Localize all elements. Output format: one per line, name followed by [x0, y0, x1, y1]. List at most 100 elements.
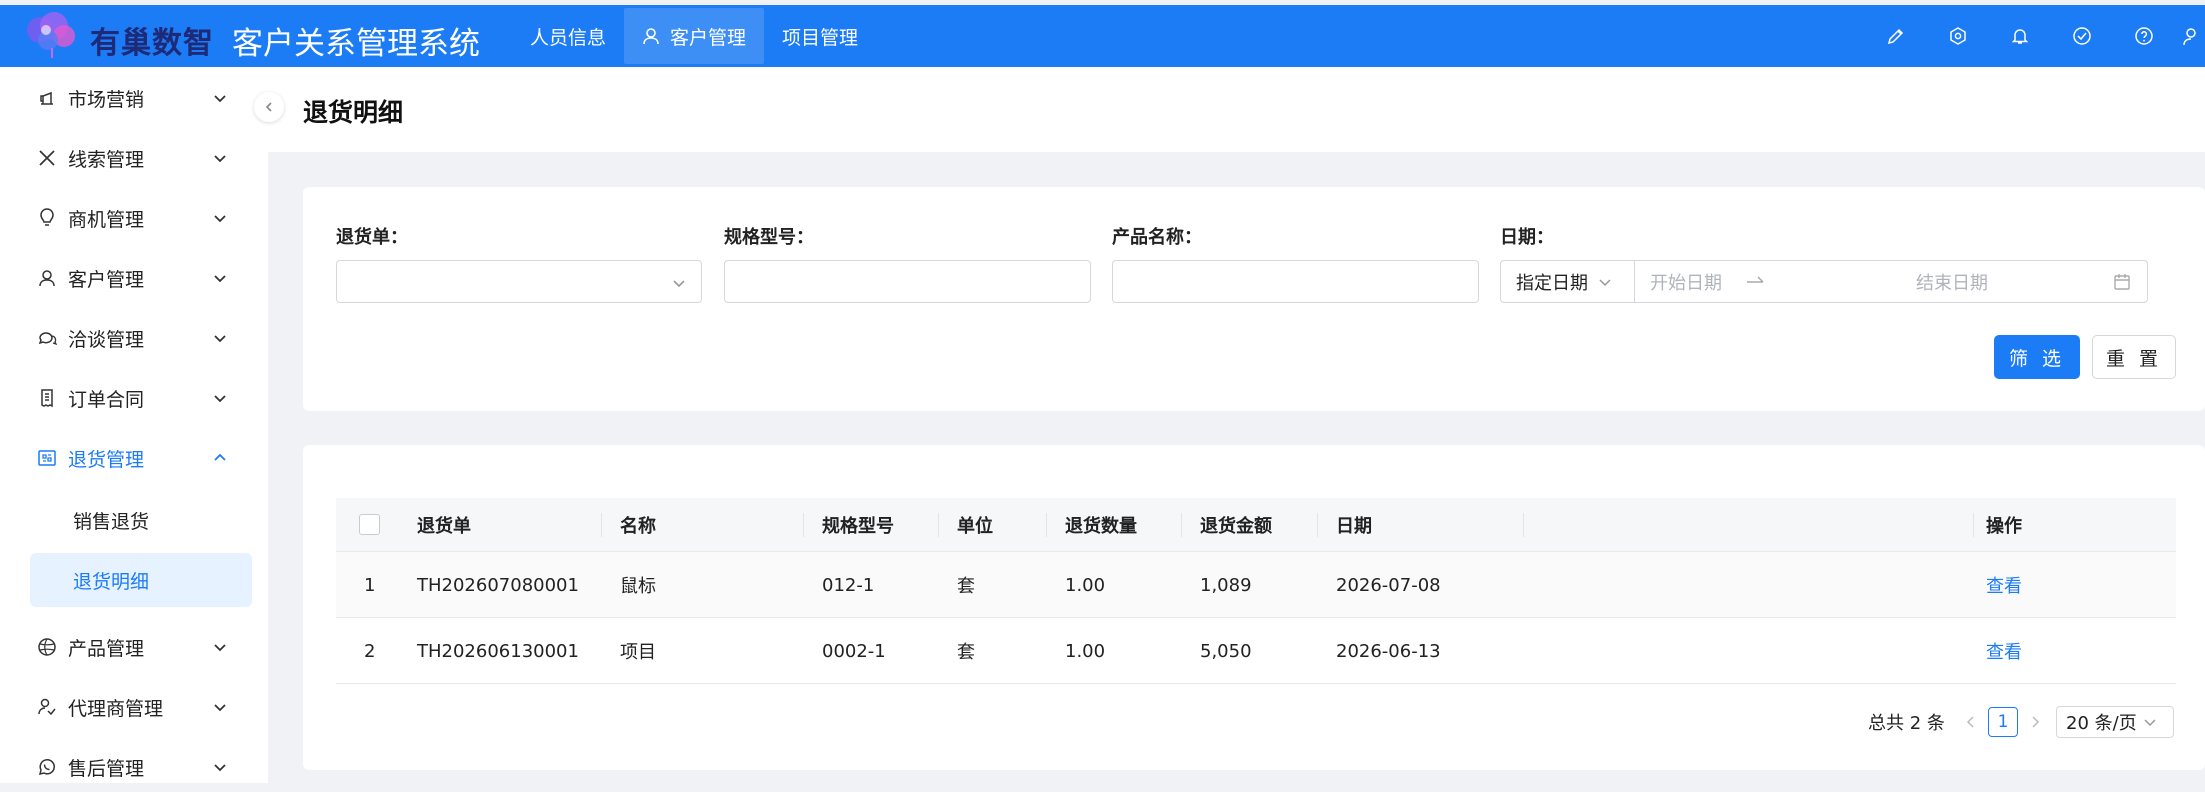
col-name[interactable]: 名称 [620, 498, 656, 552]
view-link[interactable]: 查看 [1986, 552, 2022, 618]
sidebar-item-opportunities[interactable]: 商机管理 [0, 193, 268, 243]
sidebar-item-label: 售后管理 [68, 757, 145, 780]
date-mode-value: 指定日期 [1516, 272, 1588, 294]
sidebar-item-products[interactable]: 产品管理 [0, 622, 268, 672]
col-return-no[interactable]: 退货单 [417, 498, 471, 552]
cell-name: 项目 [620, 642, 656, 663]
chevron-down-icon [214, 644, 226, 652]
chevron-down-icon [214, 704, 226, 712]
select-all-checkbox[interactable] [359, 514, 380, 535]
col-amount[interactable]: 退货金额 [1200, 498, 1272, 552]
nav-personnel[interactable]: 人员信息 [512, 5, 624, 67]
prev-page-icon[interactable] [1964, 715, 1978, 729]
col-divider [938, 513, 939, 537]
sidebar-item-agents[interactable]: 代理商管理 [0, 682, 268, 732]
nav-customer-label: 客户管理 [670, 26, 747, 49]
date-range-picker: 指定日期 开始日期 结束日期 [1500, 260, 2148, 303]
agent-icon [36, 696, 58, 718]
sidebar-item-leads[interactable]: 线索管理 [0, 133, 268, 183]
cell-spec: 012-1 [822, 574, 875, 596]
check-circle-icon[interactable] [2051, 5, 2113, 67]
page-size-select[interactable]: 20 条/页 [2056, 706, 2174, 738]
x-icon [36, 147, 58, 169]
return-no-label: 退货单： [336, 227, 408, 248]
table-header: 退货单 名称 规格型号 单位 退货数量 退货金额 日期 操作 [336, 498, 2176, 552]
logo-icon [27, 12, 75, 58]
return-icon [36, 447, 58, 469]
sidebar-subitem-return-detail[interactable]: 退货明细 [30, 553, 252, 607]
cell-spec: 0002-1 [822, 640, 886, 662]
end-date-input[interactable]: 结束日期 [1916, 269, 1988, 295]
top-nav: 人员信息 客户管理 项目管理 [512, 5, 876, 67]
bell-icon[interactable] [1989, 5, 2051, 67]
user-menu-icon[interactable] [2175, 5, 2205, 67]
sidebar-item-negotiations[interactable]: 洽谈管理 [0, 313, 268, 363]
product-name-input[interactable] [1112, 260, 1479, 303]
date-mode-select[interactable]: 指定日期 [1501, 261, 1635, 302]
sidebar: 市场营销 线索管理 商机管理 客户管理 洽谈管理 订单合同 退货管理 销售退货 … [0, 67, 268, 783]
calendar-icon[interactable] [2113, 273, 2131, 291]
date-label: 日期： [1500, 227, 1554, 248]
sidebar-item-orders[interactable]: 订单合同 [0, 373, 268, 423]
col-divider [601, 513, 602, 537]
nav-project[interactable]: 项目管理 [764, 5, 876, 67]
total-count: 总共 2 条 [1868, 713, 1945, 734]
sidebar-item-label: 退货管理 [68, 448, 145, 471]
next-page-icon[interactable] [2028, 715, 2042, 729]
nav-customer[interactable]: 客户管理 [624, 8, 765, 64]
page-number[interactable]: 1 [1988, 707, 2018, 737]
settings-icon[interactable] [1927, 5, 1989, 67]
pagination-controls: 1 20 条/页 [1964, 705, 2174, 739]
megaphone-icon [36, 87, 58, 109]
sidebar-item-customers[interactable]: 客户管理 [0, 253, 268, 303]
brand-name: 有巢数智 [90, 26, 214, 61]
cell-name: 鼠标 [620, 576, 656, 597]
view-link[interactable]: 查看 [1986, 618, 2022, 684]
return-no-select[interactable] [336, 260, 702, 303]
sidebar-item-label: 商机管理 [68, 208, 145, 231]
cell-amount: 1,089 [1200, 574, 1252, 596]
cell-return-no: TH202607080001 [417, 574, 579, 596]
reset-button[interactable]: 重 置 [2092, 335, 2176, 379]
pagination: 总共 2 条 [1868, 705, 1945, 739]
chevron-down-icon [214, 335, 226, 343]
col-qty[interactable]: 退货数量 [1065, 498, 1137, 552]
table-row: 1 TH202607080001 鼠标 012-1 套 1.00 1,089 2… [336, 552, 2176, 618]
cell-unit: 套 [957, 642, 975, 663]
cell-amount: 5,050 [1200, 640, 1252, 662]
col-spec[interactable]: 规格型号 [822, 498, 894, 552]
start-date-input[interactable]: 开始日期 [1650, 269, 1722, 295]
spec-label: 规格型号： [724, 227, 814, 248]
product-label: 产品名称： [1112, 227, 1202, 248]
ball-icon [36, 636, 58, 658]
sidebar-item-label: 洽谈管理 [68, 328, 145, 351]
nav-personnel-label: 人员信息 [530, 26, 607, 49]
sidebar-item-returns[interactable]: 退货管理 [0, 433, 268, 483]
chevron-down-icon [214, 275, 226, 283]
user-icon [643, 28, 659, 45]
col-divider [1046, 513, 1047, 537]
row-index: 1 [364, 574, 376, 596]
help-icon[interactable] [2113, 5, 2175, 67]
sidebar-item-label: 线索管理 [68, 148, 145, 171]
chevron-left-icon [265, 102, 272, 112]
chevron-down-icon [214, 95, 226, 103]
spec-input[interactable] [724, 260, 1091, 303]
nav-project-label: 项目管理 [782, 26, 859, 49]
sidebar-collapse-button[interactable] [254, 92, 284, 122]
table-row: 2 TH202606130001 项目 0002-1 套 1.00 5,050 … [336, 618, 2176, 684]
lightbulb-icon [36, 207, 58, 229]
col-divider [1317, 513, 1318, 537]
sidebar-subitem-sales-return[interactable]: 销售退货 [30, 493, 252, 547]
cell-return-no: TH202606130001 [417, 640, 579, 662]
filter-button[interactable]: 筛 选 [1994, 335, 2080, 379]
sidebar-item-marketing[interactable]: 市场营销 [0, 73, 268, 123]
sidebar-item-after-sales[interactable]: 售后管理 [0, 742, 268, 792]
col-date[interactable]: 日期 [1336, 498, 1372, 552]
brush-icon[interactable] [1865, 5, 1927, 67]
sidebar-item-label: 市场营销 [68, 88, 145, 111]
col-divider [1181, 513, 1182, 537]
page-titlebar: 退货明细 [268, 67, 2205, 152]
results-table-panel: 退货单 名称 规格型号 单位 退货数量 退货金额 日期 操作 1 TH20260… [303, 445, 2205, 770]
col-unit[interactable]: 单位 [957, 498, 993, 552]
